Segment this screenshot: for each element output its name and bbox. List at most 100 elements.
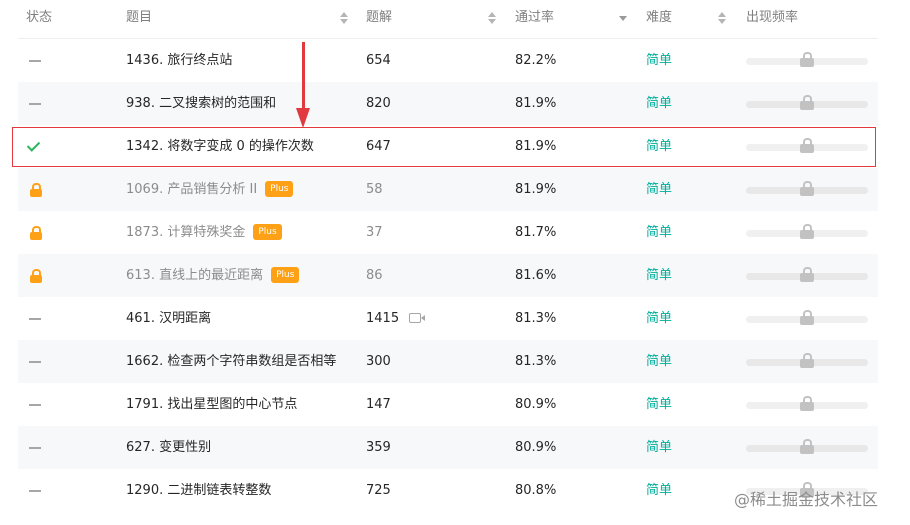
problem-title-link[interactable]: 461. 汉明距离 [126, 297, 211, 340]
problem-title-link[interactable]: 613. 直线上的最近距离 Plus [126, 254, 300, 297]
solutions-count[interactable]: 300 [366, 340, 391, 383]
solutions-count[interactable]: 654 [366, 39, 391, 82]
problem-title: 1436. 旅行终点站 [126, 53, 233, 68]
header-solutions[interactable]: 题解 [366, 0, 392, 38]
status-cell [18, 469, 58, 512]
solutions-count[interactable]: 37 [366, 211, 383, 254]
problem-title-link[interactable]: 1290. 二进制链表转整数 [126, 469, 271, 512]
lock-icon [30, 269, 42, 283]
header-title[interactable]: 题目 [126, 0, 152, 38]
table-row[interactable]: 613. 直线上的最近距离 Plus 86 81.6% 简单 [18, 254, 878, 297]
problem-title-link[interactable]: 1873. 计算特殊奖金 Plus [126, 211, 282, 254]
difficulty-label: 简单 [646, 311, 673, 326]
frequency-lock-icon[interactable] [800, 353, 814, 368]
problem-title-link[interactable]: 1662. 检查两个字符串数组是否相等 [126, 340, 336, 383]
acceptance-rate: 81.9% [515, 96, 557, 111]
acceptance-rate: 80.9% [515, 397, 557, 412]
lock-icon [30, 183, 42, 197]
solutions-count[interactable]: 147 [366, 383, 391, 426]
header-acceptance[interactable]: 通过率 [515, 0, 554, 38]
problem-title: 1873. 计算特殊奖金 [126, 225, 246, 240]
problem-title: 938. 二叉搜索树的范围和 [126, 96, 277, 111]
frequency-lock-icon[interactable] [800, 396, 814, 411]
solutions-count[interactable]: 58 [366, 168, 383, 211]
solutions-value: 147 [366, 397, 391, 412]
solutions-count[interactable]: 1415 [366, 297, 426, 340]
acceptance-rate: 81.9% [515, 182, 557, 197]
difficulty-label: 简单 [646, 182, 673, 197]
acceptance-rate: 81.7% [515, 225, 557, 240]
frequency-lock-icon[interactable] [800, 224, 814, 239]
status-cell [18, 168, 58, 211]
acceptance-rate: 81.6% [515, 268, 557, 283]
status-cell [18, 211, 58, 254]
dash-icon [29, 103, 41, 105]
frequency-lock-icon[interactable] [800, 181, 814, 196]
solutions-value: 1415 [366, 311, 400, 326]
problem-title: 1290. 二进制链表转整数 [126, 483, 272, 498]
watermark: @稀土掘金技术社区 [734, 490, 879, 509]
problem-title: 627. 变更性别 [126, 440, 212, 455]
solutions-count[interactable]: 820 [366, 82, 391, 125]
solutions-count[interactable]: 359 [366, 426, 391, 469]
table-row[interactable]: 627. 变更性别 359 80.9% 简单 [18, 426, 878, 469]
table-row[interactable]: 938. 二叉搜索树的范围和 820 81.9% 简单 [18, 82, 878, 125]
table-row[interactable]: 461. 汉明距离 1415 81.3% 简单 [18, 297, 878, 340]
frequency-lock-icon[interactable] [800, 95, 814, 110]
solutions-value: 820 [366, 96, 391, 111]
table-header: 状态 题目 题解 通过率 难度 出现频率 [18, 0, 878, 39]
problem-title-link[interactable]: 1436. 旅行终点站 [126, 39, 232, 82]
difficulty-label: 简单 [646, 483, 673, 498]
problem-title-link[interactable]: 938. 二叉搜索树的范围和 [126, 82, 276, 125]
frequency-lock-icon[interactable] [800, 52, 814, 67]
difficulty-label: 简单 [646, 268, 673, 283]
table-row[interactable]: 1791. 找出星型图的中心节点 147 80.9% 简单 [18, 383, 878, 426]
title-sort-icon[interactable] [340, 12, 348, 24]
header-difficulty[interactable]: 难度 [646, 0, 672, 38]
solutions-value: 58 [366, 182, 383, 197]
frequency-lock-icon[interactable] [800, 439, 814, 454]
plus-badge: Plus [265, 181, 294, 197]
table-row[interactable]: 1436. 旅行终点站 654 82.2% 简单 [18, 39, 878, 82]
annotation-arrow-shaft [302, 42, 305, 110]
solutions-value: 359 [366, 440, 391, 455]
header-frequency: 出现频率 [746, 10, 799, 25]
solutions-value: 725 [366, 483, 391, 498]
solutions-value: 37 [366, 225, 383, 240]
status-cell [18, 39, 58, 82]
problem-title: 461. 汉明距离 [126, 311, 212, 326]
difficulty-label: 简单 [646, 96, 673, 111]
solutions-sort-icon[interactable] [488, 12, 496, 24]
problem-title-link[interactable]: 1069. 产品销售分析 II Plus [126, 168, 294, 211]
difficulty-label: 简单 [646, 354, 673, 369]
dash-icon [29, 361, 41, 363]
problem-title: 1791. 找出星型图的中心节点 [126, 397, 298, 412]
dash-icon [29, 318, 41, 320]
table-row[interactable]: 1662. 检查两个字符串数组是否相等 300 81.3% 简单 [18, 340, 878, 383]
problem-title-link[interactable]: 627. 变更性别 [126, 426, 211, 469]
dash-icon [29, 60, 41, 62]
acceptance-rate: 80.9% [515, 440, 557, 455]
solutions-count[interactable]: 725 [366, 469, 391, 512]
table-row[interactable]: 1873. 计算特殊奖金 Plus 37 81.7% 简单 [18, 211, 878, 254]
lock-icon [30, 226, 42, 240]
video-icon[interactable] [409, 313, 426, 323]
header-status: 状态 [26, 10, 53, 25]
frequency-lock-icon[interactable] [800, 267, 814, 282]
problem-title: 1069. 产品销售分析 II [126, 182, 258, 197]
problem-title-link[interactable]: 1791. 找出星型图的中心节点 [126, 383, 297, 426]
solutions-count[interactable]: 86 [366, 254, 383, 297]
acceptance-sort-desc-icon[interactable] [619, 16, 627, 21]
dash-icon [29, 447, 41, 449]
frequency-lock-icon[interactable] [800, 310, 814, 325]
difficulty-sort-icon[interactable] [718, 12, 726, 24]
acceptance-rate: 82.2% [515, 53, 557, 68]
problem-title: 613. 直线上的最近距离 [126, 268, 264, 283]
solutions-value: 300 [366, 354, 391, 369]
acceptance-rate: 81.3% [515, 354, 557, 369]
dash-icon [29, 490, 41, 492]
annotation-arrow-icon [296, 108, 310, 128]
dash-icon [29, 404, 41, 406]
status-cell [18, 383, 58, 426]
table-row[interactable]: 1069. 产品销售分析 II Plus 58 81.9% 简单 [18, 168, 878, 211]
